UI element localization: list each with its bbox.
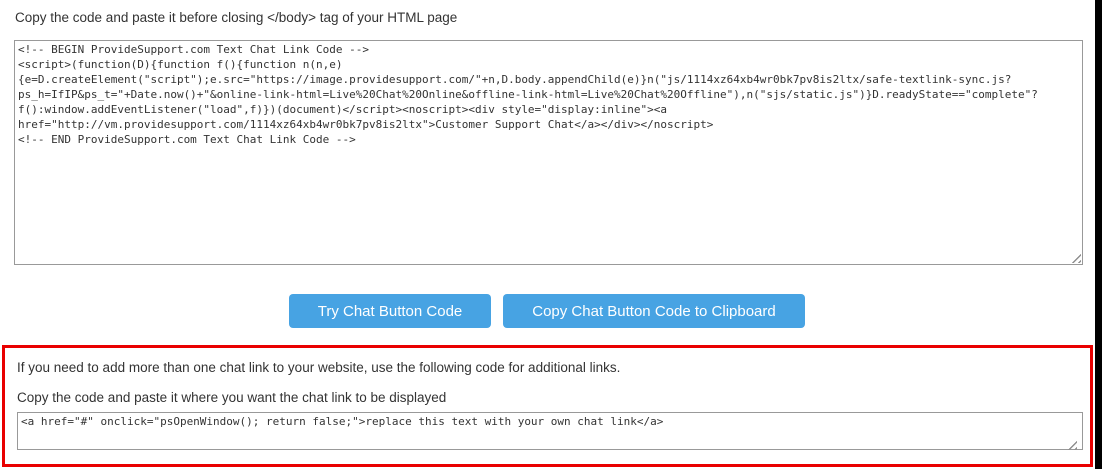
additional-paste-instruction: Copy the code and paste it where you wan… xyxy=(17,390,446,405)
copy-chat-button-code-button[interactable]: Copy Chat Button Code to Clipboard xyxy=(503,294,805,328)
additional-code-textarea[interactable] xyxy=(17,412,1083,450)
additional-links-highlight-box: If you need to add more than one chat li… xyxy=(2,345,1093,467)
main-code-textarea[interactable] xyxy=(14,40,1083,265)
top-instruction-text: Copy the code and paste it before closin… xyxy=(15,10,457,25)
try-chat-button-code-button[interactable]: Try Chat Button Code xyxy=(289,294,491,328)
additional-links-instruction: If you need to add more than one chat li… xyxy=(17,360,620,375)
right-edge-dark-strip xyxy=(1095,0,1102,469)
